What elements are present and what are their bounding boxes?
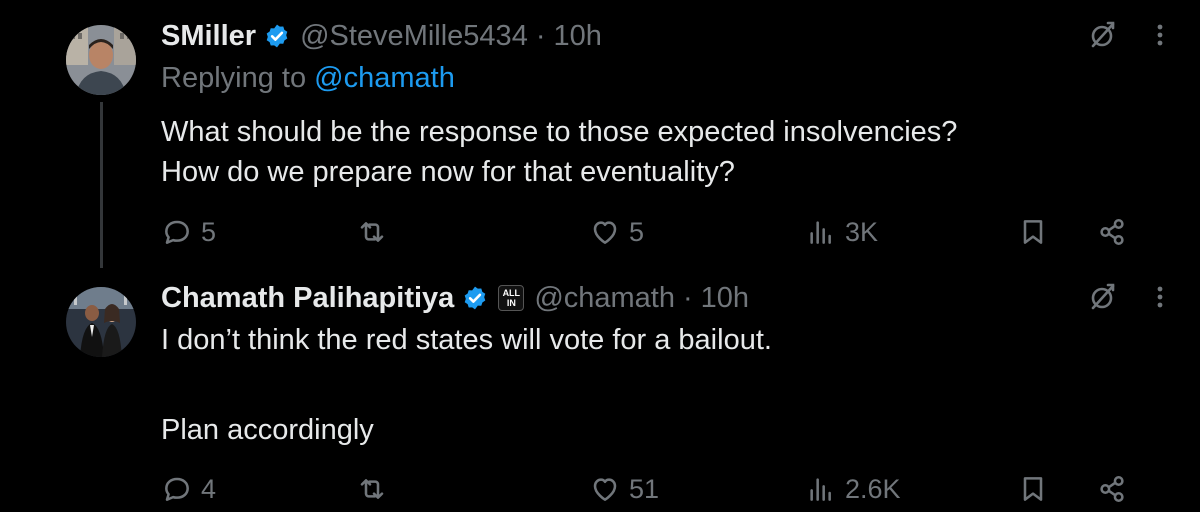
like-count: 51	[629, 473, 660, 504]
tweet-header: Chamath Palihapitiya ALL IN @chamath · 1…	[161, 280, 749, 316]
timestamp[interactable]: 10h	[701, 282, 749, 315]
replying-to: Replying to @chamath	[161, 62, 455, 95]
tweet-header: SMiller @SteveMille5434 · 10h	[161, 18, 602, 54]
like-icon	[593, 221, 617, 244]
reply-count: 4	[201, 473, 217, 504]
share-button[interactable]	[1096, 212, 1128, 252]
repost-icon	[360, 479, 384, 499]
bookmark-icon	[1023, 220, 1043, 244]
like-icon	[593, 478, 617, 501]
share-icon	[1100, 219, 1124, 245]
grok-icon[interactable]	[1088, 20, 1118, 50]
repost-button[interactable]	[356, 212, 396, 252]
replying-prefix: Replying to	[161, 62, 315, 94]
affiliation-badge-icon[interactable]: ALL IN	[498, 285, 525, 311]
avatar[interactable]	[66, 25, 136, 95]
handle[interactable]: @chamath	[534, 282, 675, 315]
reply-icon	[165, 477, 189, 501]
like-button[interactable]: 51	[589, 469, 659, 509]
avatar[interactable]	[66, 287, 136, 357]
replying-mention[interactable]: @chamath	[314, 62, 455, 94]
affiliation-line-1: ALL	[502, 288, 521, 298]
reply-button[interactable]: 4	[161, 469, 216, 509]
bookmark-button[interactable]	[1017, 469, 1049, 509]
views-icon	[810, 221, 831, 244]
verified-badge-icon[interactable]	[264, 23, 290, 49]
share-button[interactable]	[1096, 469, 1128, 509]
timestamp[interactable]: 10h	[554, 20, 602, 53]
like-button[interactable]: 5	[589, 212, 644, 252]
separator-dot: ·	[682, 281, 693, 314]
reply-count: 5	[201, 216, 217, 247]
display-name[interactable]: SMiller	[161, 20, 256, 53]
handle[interactable]: @SteveMille5434	[300, 20, 528, 53]
thread-line	[100, 102, 103, 268]
more-icon[interactable]	[1150, 282, 1170, 312]
views-icon	[810, 478, 831, 501]
views-count: 2.6K	[845, 473, 901, 504]
share-icon	[1100, 476, 1124, 502]
bookmark-button[interactable]	[1017, 212, 1049, 252]
affiliation-line-2: IN	[506, 298, 516, 308]
action-bar: 5 5 3K	[161, 212, 1141, 252]
views-button[interactable]: 2.6K	[805, 469, 901, 509]
reply-icon	[165, 220, 189, 244]
views-count: 3K	[845, 216, 879, 247]
display-name[interactable]: Chamath Palihapitiya	[161, 282, 454, 315]
tweet-text: I don’t think the red states will vote f…	[161, 324, 772, 446]
views-button[interactable]: 3K	[805, 212, 878, 252]
tweet-text: What should be the response to those exp…	[161, 116, 958, 188]
action-bar: 4 51 2.6K	[161, 469, 1141, 509]
grok-icon[interactable]	[1088, 282, 1118, 312]
verified-badge-icon[interactable]	[462, 285, 488, 311]
tweet-chamath[interactable]: Chamath Palihapitiya ALL IN @chamath · 1…	[0, 262, 1200, 512]
tweet-smiller[interactable]: SMiller @SteveMille5434 · 10h Replying t…	[0, 0, 1200, 268]
bookmark-icon	[1023, 477, 1043, 501]
separator-dot: ·	[535, 19, 546, 52]
reply-button[interactable]: 5	[161, 212, 216, 252]
more-icon[interactable]	[1150, 20, 1170, 50]
repost-icon	[360, 222, 384, 242]
like-count: 5	[629, 216, 645, 247]
repost-button[interactable]	[356, 469, 396, 509]
